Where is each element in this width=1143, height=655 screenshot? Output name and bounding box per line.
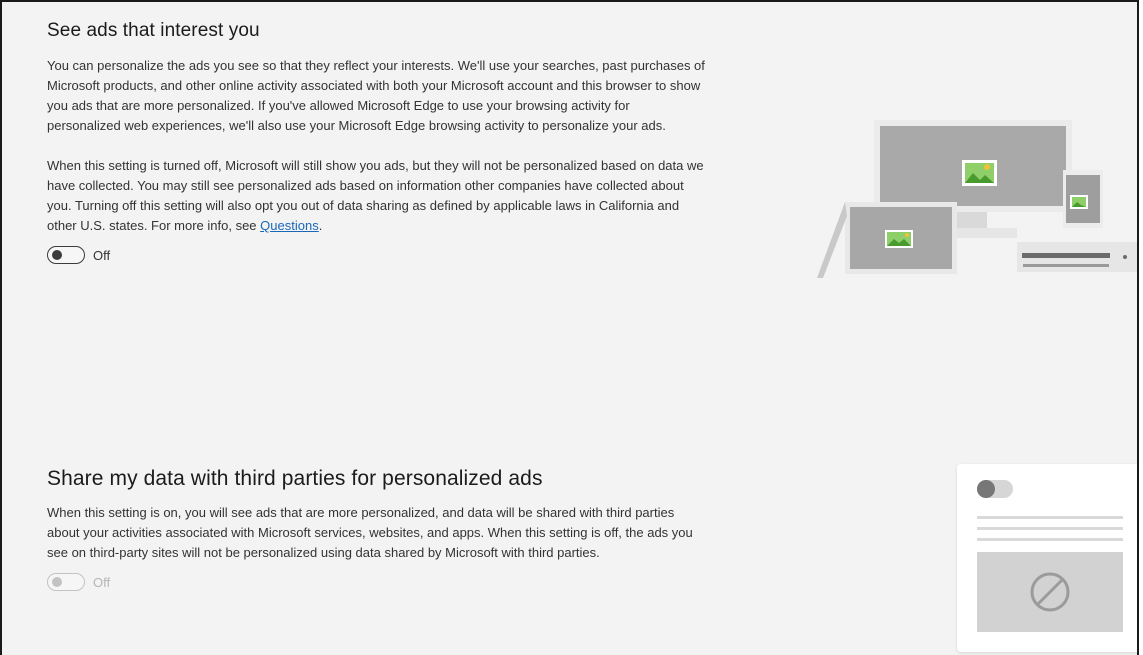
personalized-ads-toggle-row[interactable]: Off: [47, 246, 707, 264]
toggle-state-label: Off: [93, 247, 111, 263]
link-suffix: .: [318, 218, 323, 233]
toggle-knob: [52, 577, 62, 587]
third-party-sharing-section: Share my data with third parties for per…: [47, 467, 697, 591]
monitor-image-icon: [962, 160, 997, 186]
questions-link[interactable]: Questions: [260, 218, 319, 233]
paragraph-2-text: When this setting is turned off, Microso…: [47, 158, 704, 233]
third-party-toggle-row[interactable]: Off: [47, 573, 697, 591]
card-graphic: [977, 480, 1123, 632]
section-title: See ads that interest you: [47, 20, 260, 41]
tablet-image-icon: [1070, 195, 1088, 209]
description-paragraph-2: When this setting is turned off, Microso…: [47, 156, 707, 236]
description-paragraph-1: You can personalize the ads you see so t…: [47, 58, 705, 133]
description-paragraph: When this setting is on, you will see ad…: [47, 505, 693, 560]
toggle-knob: [52, 250, 62, 260]
third-party-sharing-toggle[interactable]: [47, 573, 85, 591]
blocked-ads-card-illustration: [957, 464, 1137, 652]
devices-illustration: [817, 120, 1137, 278]
toggle-state-label: Off: [93, 574, 111, 590]
personalized-ads-toggle[interactable]: [47, 246, 85, 264]
settings-page: See ads that interest you You can person…: [0, 0, 1139, 655]
section-title: Share my data with third parties for per…: [47, 467, 543, 490]
laptop-image-icon: [885, 230, 913, 248]
personalized-ads-section: See ads that interest you You can person…: [47, 20, 707, 264]
